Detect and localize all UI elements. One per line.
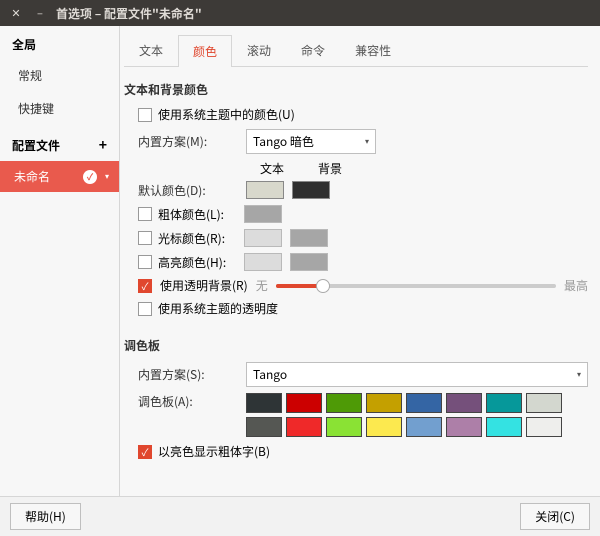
- close-icon[interactable]: ✕: [8, 5, 24, 21]
- sidebar-profile-item[interactable]: 未命名 ✓ ▾: [0, 161, 119, 192]
- palette-swatch-0[interactable]: [246, 393, 282, 413]
- chevron-down-icon[interactable]: ▾: [105, 171, 109, 182]
- use-theme-colors-label: 使用系统主题中的颜色(U): [158, 106, 295, 123]
- default-color-label: 默认颜色(D):: [138, 182, 238, 199]
- palette-swatch-12[interactable]: [406, 417, 442, 437]
- titlebar: ✕ – 首选项 – 配置文件"未命名": [0, 0, 600, 26]
- highlight-text-swatch[interactable]: [244, 253, 282, 271]
- tab-compat[interactable]: 兼容性: [340, 34, 406, 66]
- bold-bright-label: 以亮色显示粗体字(B): [158, 443, 270, 460]
- slider-min-label: 无: [256, 277, 268, 294]
- help-button[interactable]: 帮助(H): [10, 503, 81, 530]
- bold-bright-checkbox[interactable]: ✓: [138, 445, 152, 459]
- builtin-scheme-label: 内置方案(M):: [138, 133, 238, 150]
- palette-scheme-select[interactable]: Tango ▾: [246, 362, 588, 387]
- sidebar: 全局 常规 快捷键 配置文件 + 未命名 ✓ ▾: [0, 26, 120, 496]
- add-profile-button[interactable]: +: [99, 135, 107, 155]
- palette-swatch-11[interactable]: [366, 417, 402, 437]
- palette-swatch-7[interactable]: [526, 393, 562, 413]
- window-title: 首选项 – 配置文件"未命名": [56, 5, 202, 22]
- use-theme-colors-checkbox[interactable]: [138, 108, 152, 122]
- palette-scheme-label: 内置方案(S):: [138, 366, 238, 383]
- palette-swatch-6[interactable]: [486, 393, 522, 413]
- col-text-header: 文本: [252, 160, 292, 177]
- default-bg-swatch[interactable]: [292, 181, 330, 199]
- default-text-swatch[interactable]: [246, 181, 284, 199]
- palette-swatch-1[interactable]: [286, 393, 322, 413]
- palette-swatch-15[interactable]: [526, 417, 562, 437]
- palette-swatch-3[interactable]: [366, 393, 402, 413]
- palette-swatch-4[interactable]: [406, 393, 442, 413]
- close-button[interactable]: 关闭(C): [520, 503, 590, 530]
- sidebar-item-general[interactable]: 常规: [0, 59, 119, 92]
- palette-swatch-10[interactable]: [326, 417, 362, 437]
- palette-swatch-8[interactable]: [246, 417, 282, 437]
- chevron-down-icon: ▾: [365, 136, 369, 147]
- cursor-color-checkbox[interactable]: [138, 231, 152, 245]
- palette-swatch-2[interactable]: [326, 393, 362, 413]
- palette-grid: [246, 393, 574, 437]
- cursor-bg-swatch[interactable]: [290, 229, 328, 247]
- transparency-slider[interactable]: [276, 284, 556, 288]
- highlight-color-checkbox[interactable]: [138, 255, 152, 269]
- tab-text[interactable]: 文本: [124, 34, 178, 66]
- use-transparent-label: 使用透明背景(R): [160, 277, 248, 294]
- sidebar-profiles-header: 配置文件: [12, 137, 60, 154]
- col-bg-header: 背景: [310, 160, 350, 177]
- chevron-down-icon: ▾: [577, 369, 581, 380]
- footer: 帮助(H) 关闭(C): [0, 496, 600, 536]
- tab-scroll[interactable]: 滚动: [232, 34, 286, 66]
- palette-label: 调色板(A):: [138, 393, 238, 410]
- palette-swatch-13[interactable]: [446, 417, 482, 437]
- builtin-scheme-select[interactable]: Tango 暗色 ▾: [246, 129, 376, 154]
- palette-title: 调色板: [124, 337, 588, 354]
- sidebar-item-shortcuts[interactable]: 快捷键: [0, 92, 119, 125]
- highlight-color-label: 高亮颜色(H):: [158, 254, 238, 271]
- tab-colors[interactable]: 颜色: [178, 35, 232, 67]
- bold-color-checkbox[interactable]: [138, 207, 152, 221]
- bold-color-label: 粗体颜色(L):: [158, 206, 238, 223]
- tabs: 文本 颜色 滚动 命令 兼容性: [124, 34, 588, 67]
- cursor-text-swatch[interactable]: [244, 229, 282, 247]
- text-bg-title: 文本和背景颜色: [124, 81, 588, 98]
- cursor-color-label: 光标颜色(R):: [158, 230, 238, 247]
- bold-text-swatch[interactable]: [244, 205, 282, 223]
- palette-swatch-5[interactable]: [446, 393, 482, 413]
- slider-max-label: 最高: [564, 277, 588, 294]
- main-panel: 文本 颜色 滚动 命令 兼容性 文本和背景颜色 使用系统主题中的颜色(U) 内置…: [120, 26, 600, 496]
- tab-command[interactable]: 命令: [286, 34, 340, 66]
- use-transparent-checkbox[interactable]: ✓: [138, 279, 152, 293]
- slider-thumb[interactable]: [316, 279, 330, 293]
- check-icon: ✓: [83, 170, 97, 184]
- use-theme-transparency-label: 使用系统主题的透明度: [158, 300, 278, 317]
- profile-name: 未命名: [14, 168, 50, 185]
- sidebar-global-header: 全局: [0, 26, 119, 59]
- minimize-icon[interactable]: –: [32, 5, 48, 21]
- highlight-bg-swatch[interactable]: [290, 253, 328, 271]
- palette-swatch-9[interactable]: [286, 417, 322, 437]
- palette-swatch-14[interactable]: [486, 417, 522, 437]
- use-theme-transparency-checkbox[interactable]: [138, 302, 152, 316]
